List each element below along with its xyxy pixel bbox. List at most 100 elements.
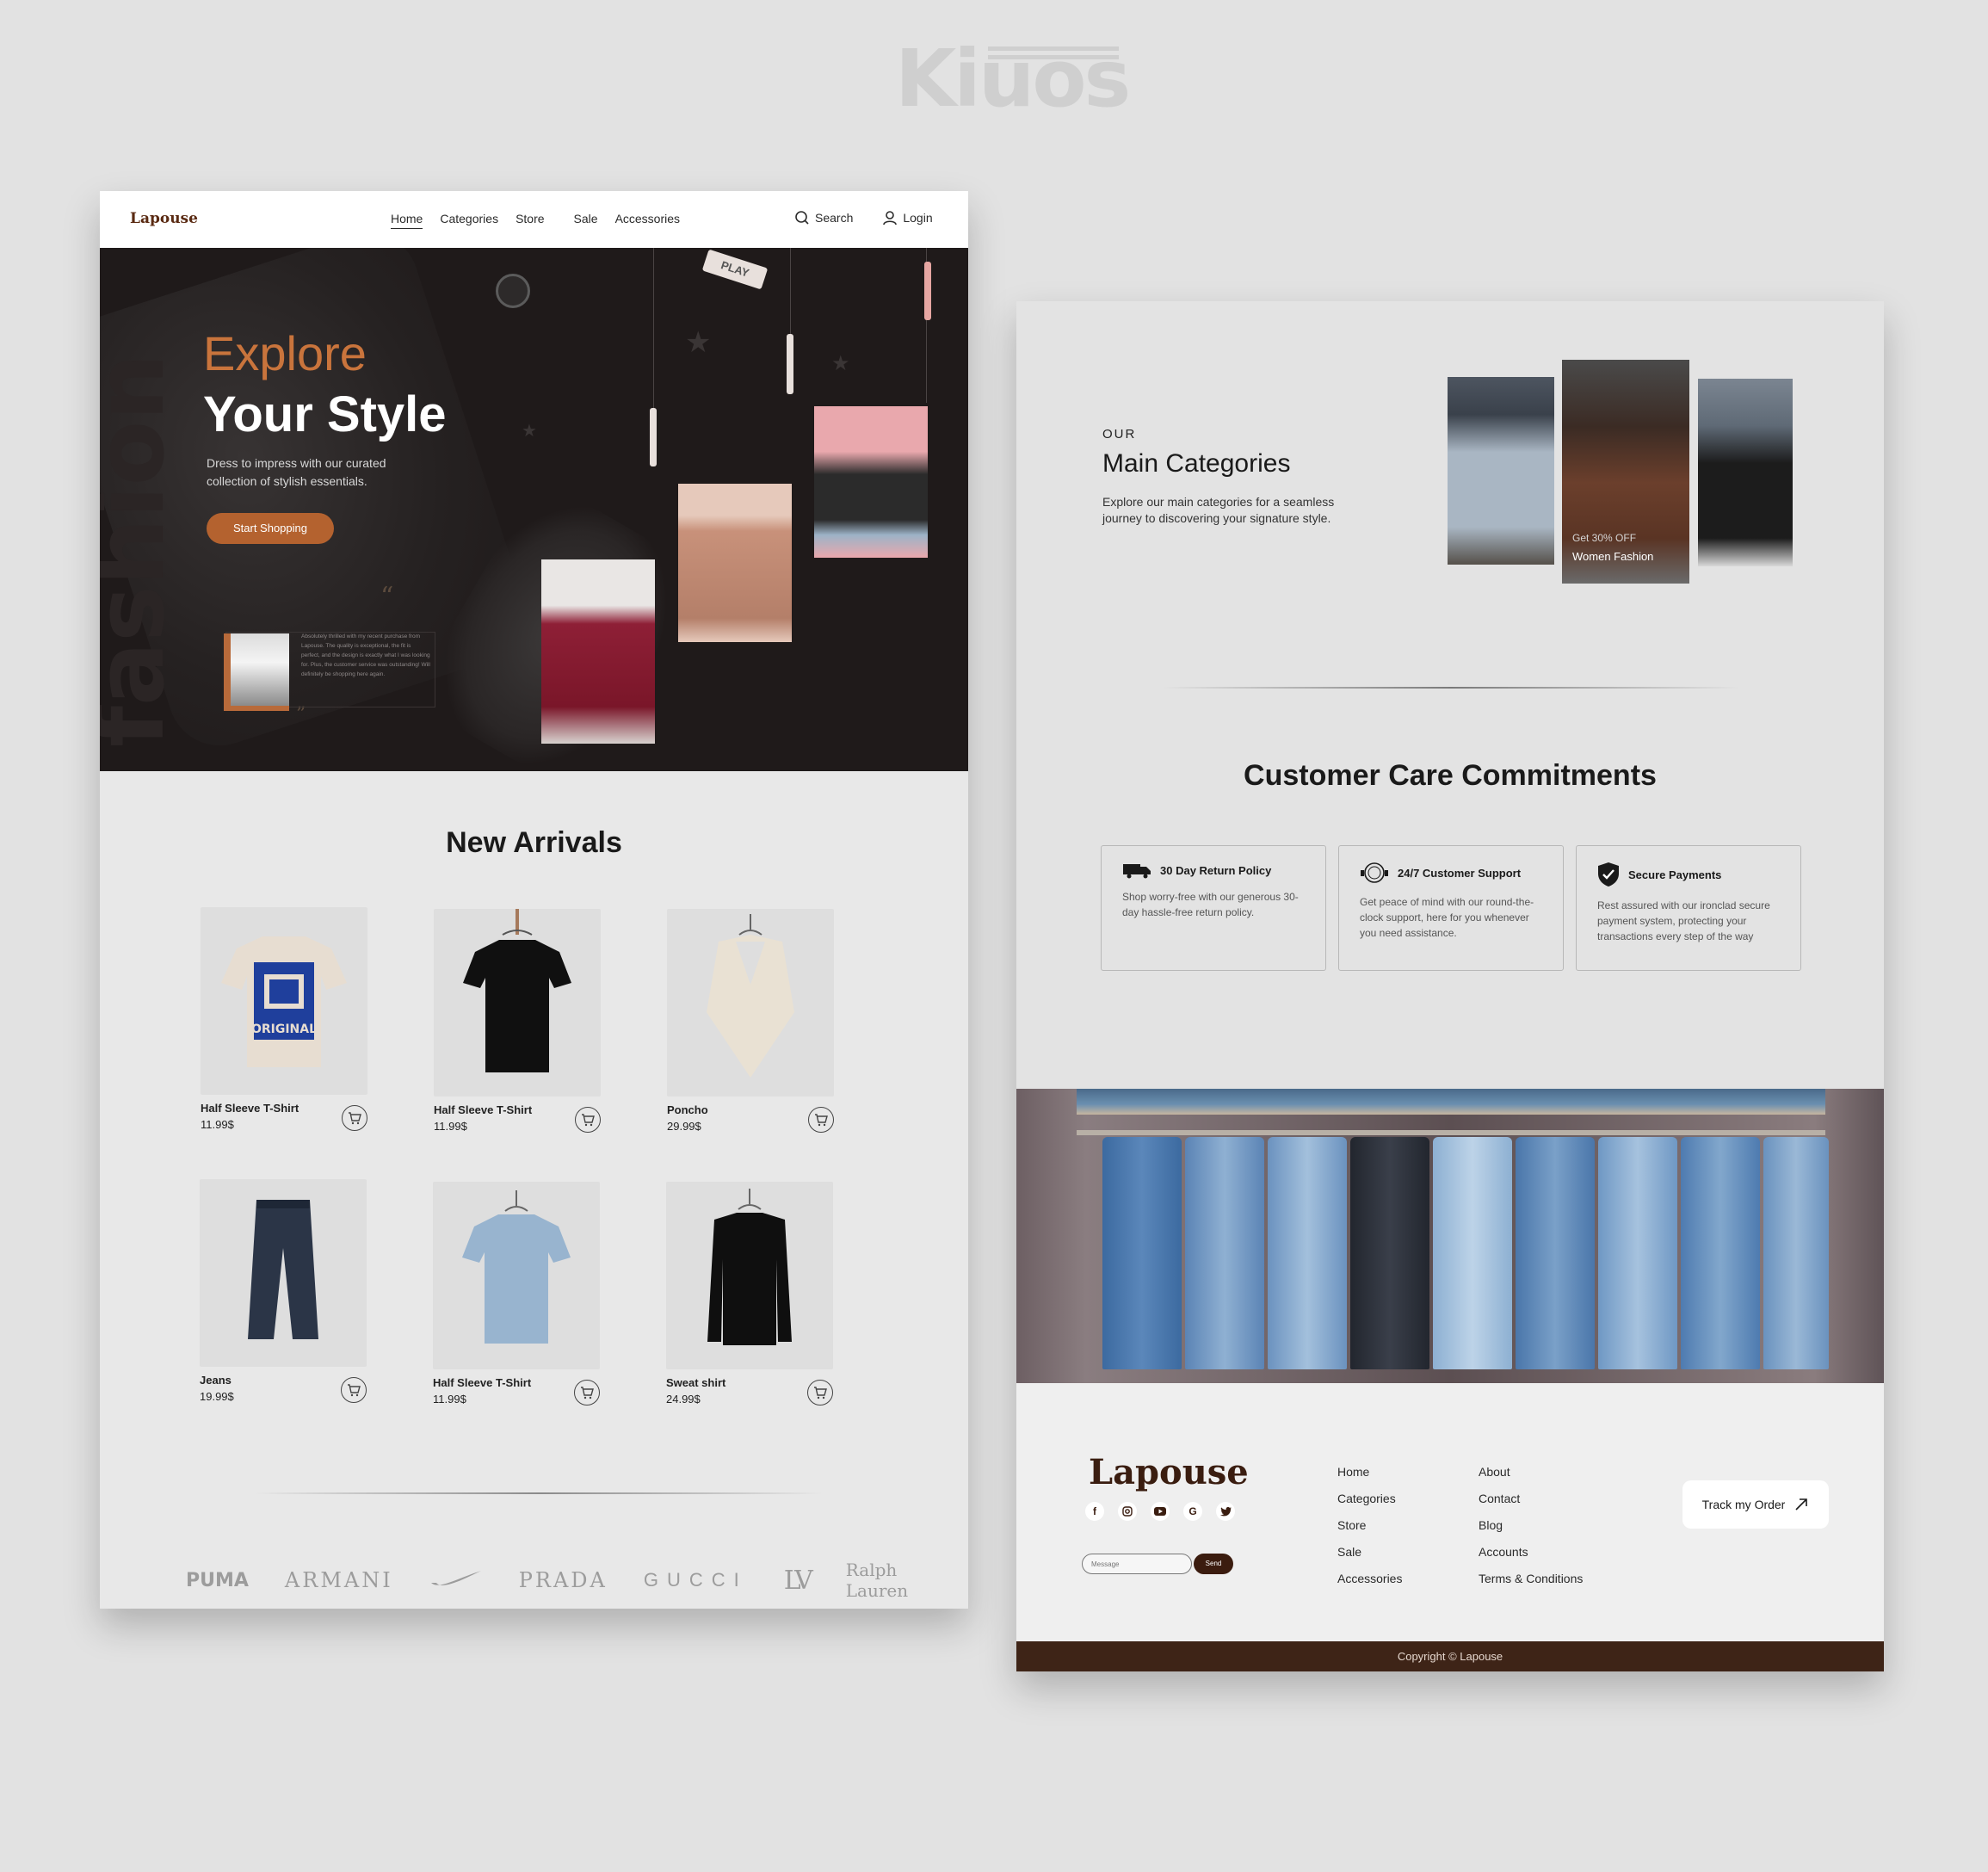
care-card-body: Rest assured with our ironclad secure pa… <box>1597 899 1770 942</box>
cart-icon <box>349 1112 361 1125</box>
category-card-women[interactable]: Get 30% OFF Women Fashion <box>1562 360 1689 584</box>
main-categories-title: Main Categories <box>1102 449 1291 478</box>
hero-photo-dress <box>541 559 655 744</box>
track-order-button[interactable]: Track my Order <box>1682 1480 1829 1529</box>
nav-links: Home Categories Store Sale Accessories <box>391 212 697 229</box>
section-divider <box>1163 687 1739 689</box>
login-button[interactable]: Login <box>882 210 933 226</box>
brand-logo[interactable]: Lapouse <box>130 210 198 227</box>
armani-logo[interactable]: ARMANI <box>285 1568 393 1592</box>
product-card[interactable]: Sweat shirt 24.99$ <box>666 1182 835 1406</box>
section-divider <box>255 1492 823 1494</box>
star-icon: ★ <box>522 422 537 441</box>
footer-link-categories[interactable]: Categories <box>1337 1492 1396 1505</box>
nav-accessories[interactable]: Accessories <box>615 212 680 229</box>
play-tag: PLAY <box>701 249 769 290</box>
hero-bg-watch-image <box>496 274 530 308</box>
product-image-sweatshirt <box>666 1182 833 1369</box>
jeans-item <box>1598 1137 1677 1369</box>
jeans-item <box>1763 1137 1829 1369</box>
add-to-cart-button[interactable] <box>574 1380 600 1406</box>
jeans-item <box>1681 1137 1760 1369</box>
nav-sale[interactable]: Sale <box>574 212 598 229</box>
product-card[interactable]: ORIGINAL Half Sleeve T-Shirt 11.99$ <box>201 907 369 1131</box>
add-to-cart-button[interactable] <box>575 1107 601 1133</box>
nav-actions: Search Login <box>794 210 962 226</box>
nav-store[interactable]: Store <box>516 212 544 229</box>
footer-link-accessories[interactable]: Accessories <box>1337 1572 1402 1585</box>
brand-logos-row: PUMA ARMANI PRADA GUCCI LV Ralph Lauren <box>186 1560 926 1601</box>
cart-icon <box>814 1387 827 1399</box>
product-card[interactable]: Half Sleeve T-Shirt 11.99$ <box>434 909 602 1133</box>
arrow-up-right-icon <box>1795 1498 1808 1511</box>
navbar: Lapouse Home Categories Store Sale Acces… <box>100 191 968 248</box>
hero-photo-pink <box>814 406 928 558</box>
new-arrivals-title: New Arrivals <box>446 826 622 859</box>
hanging-clip <box>650 408 657 466</box>
product-card[interactable]: Poncho 29.99$ <box>667 909 836 1133</box>
lv-logo[interactable]: LV <box>784 1566 813 1596</box>
home-page: Lapouse Home Categories Store Sale Acces… <box>100 191 968 1609</box>
nav-home[interactable]: Home <box>391 212 423 229</box>
product-card[interactable]: Jeans 19.99$ <box>200 1179 368 1403</box>
category-card-men[interactable] <box>1448 377 1554 565</box>
start-shopping-button[interactable]: Start Shopping <box>207 513 334 544</box>
testimonial-text: Absolutely thrilled with my recent purch… <box>301 633 430 677</box>
add-to-cart-button[interactable] <box>808 1107 834 1133</box>
shield-check-icon <box>1598 862 1619 887</box>
footer-link-accounts[interactable]: Accounts <box>1479 1545 1528 1559</box>
jeans-item <box>1185 1137 1264 1369</box>
prada-logo[interactable]: PRADA <box>519 1568 608 1592</box>
add-to-cart-button[interactable] <box>342 1105 367 1131</box>
add-to-cart-button[interactable] <box>341 1377 367 1403</box>
ralph-lauren-logo[interactable]: Ralph Lauren <box>846 1560 926 1601</box>
footer-link-contact[interactable]: Contact <box>1479 1492 1520 1505</box>
search-button[interactable]: Search <box>794 210 853 226</box>
facebook-icon[interactable]: f <box>1085 1502 1104 1521</box>
jeans-item <box>1268 1137 1347 1369</box>
footer-link-sale[interactable]: Sale <box>1337 1545 1361 1559</box>
puma-logo[interactable]: PUMA <box>186 1570 249 1591</box>
instagram-icon[interactable] <box>1118 1502 1137 1521</box>
message-input[interactable] <box>1082 1554 1192 1574</box>
truck-icon <box>1123 864 1151 879</box>
login-label: Login <box>903 211 933 225</box>
send-button[interactable]: Send <box>1194 1554 1233 1574</box>
category-card-kids[interactable] <box>1698 379 1793 566</box>
youtube-icon[interactable] <box>1151 1502 1170 1521</box>
hero-section: fashion ★ ★ ★ PLAY Explore Your Style Dr… <box>100 248 968 771</box>
hero-title-line2: Your Style <box>203 386 447 442</box>
care-card-body: Shop worry-free with our generous 30-day… <box>1122 891 1299 918</box>
product-image-blue-tshirt <box>433 1182 600 1369</box>
hanging-clip <box>924 262 931 320</box>
product-image-jeans <box>200 1179 367 1367</box>
category-name: Women Fashion <box>1572 550 1654 563</box>
footer-link-blog[interactable]: Blog <box>1479 1518 1503 1532</box>
product-card[interactable]: Half Sleeve T-Shirt 11.99$ <box>433 1182 602 1406</box>
footer-link-home[interactable]: Home <box>1337 1465 1369 1479</box>
care-card-support: 24/7 Customer Support Get peace of mind … <box>1338 845 1564 971</box>
track-order-label: Track my Order <box>1701 1498 1786 1511</box>
categories-page: OUR Main Categories Explore our main cat… <box>1016 301 1884 1671</box>
jeans-item <box>1350 1137 1429 1369</box>
jeans-item <box>1102 1137 1182 1369</box>
footer-link-terms[interactable]: Terms & Conditions <box>1479 1572 1583 1585</box>
footer-link-about[interactable]: About <box>1479 1465 1510 1479</box>
google-icon[interactable]: G <box>1183 1502 1202 1521</box>
add-to-cart-button[interactable] <box>807 1380 833 1406</box>
care-card-returns: 30 Day Return Policy Shop worry-free wit… <box>1101 845 1326 971</box>
care-card-body: Get peace of mind with our round-the-clo… <box>1360 896 1534 939</box>
hanging-rail <box>1077 1130 1825 1135</box>
quote-open-icon: “ <box>380 582 394 612</box>
footer-brand-logo[interactable]: Lapouse <box>1089 1452 1249 1492</box>
testimonial-photo <box>224 633 289 711</box>
nike-logo[interactable] <box>429 1567 483 1593</box>
footer: Lapouse f G Send Home Categories Store S… <box>1016 1383 1884 1641</box>
product-image-poncho <box>667 909 834 1097</box>
footer-link-store[interactable]: Store <box>1337 1518 1366 1532</box>
search-icon <box>795 211 809 225</box>
gucci-logo[interactable]: GUCCI <box>644 1569 748 1591</box>
nav-categories[interactable]: Categories <box>440 212 498 229</box>
twitter-icon[interactable] <box>1216 1502 1235 1521</box>
shelf-folded-jeans <box>1077 1089 1825 1115</box>
